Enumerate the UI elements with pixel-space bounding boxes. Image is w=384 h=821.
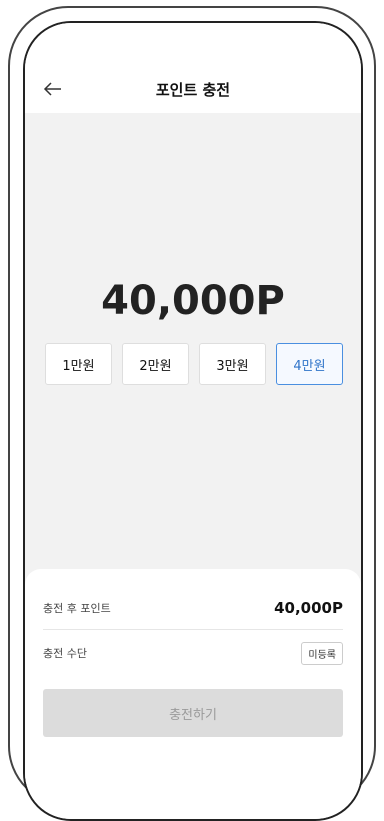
- divider: [43, 629, 343, 630]
- payment-method-row: 충전 수단 미등록: [43, 641, 343, 665]
- amount-option-40000[interactable]: 4만원: [276, 343, 343, 385]
- payment-method-label: 충전 수단: [43, 647, 87, 660]
- phone-screen: 포인트 충전 40,000P 1만원 2만원 3만원 4만원 충전 후 포인트 …: [23, 21, 363, 821]
- page-title: 포인트 충전: [155, 81, 231, 99]
- after-points-label: 충전 후 포인트: [43, 602, 111, 615]
- after-points-row: 충전 후 포인트 40,000P: [43, 597, 343, 619]
- amount-option-30000[interactable]: 3만원: [199, 343, 266, 385]
- amount-options: 1만원 2만원 3만원 4만원: [45, 343, 343, 387]
- header: 포인트 충전: [25, 23, 361, 113]
- charge-amount-display: 40,000P: [101, 278, 285, 324]
- payment-method-badge[interactable]: 미등록: [301, 641, 343, 665]
- amount-option-20000[interactable]: 2만원: [122, 343, 189, 385]
- after-points-value: 40,000P: [274, 599, 343, 617]
- charge-button[interactable]: 충전하기: [43, 689, 343, 737]
- summary-sheet: 충전 후 포인트 40,000P 충전 수단 미등록 충전하기: [25, 569, 361, 819]
- amount-option-10000[interactable]: 1만원: [45, 343, 112, 385]
